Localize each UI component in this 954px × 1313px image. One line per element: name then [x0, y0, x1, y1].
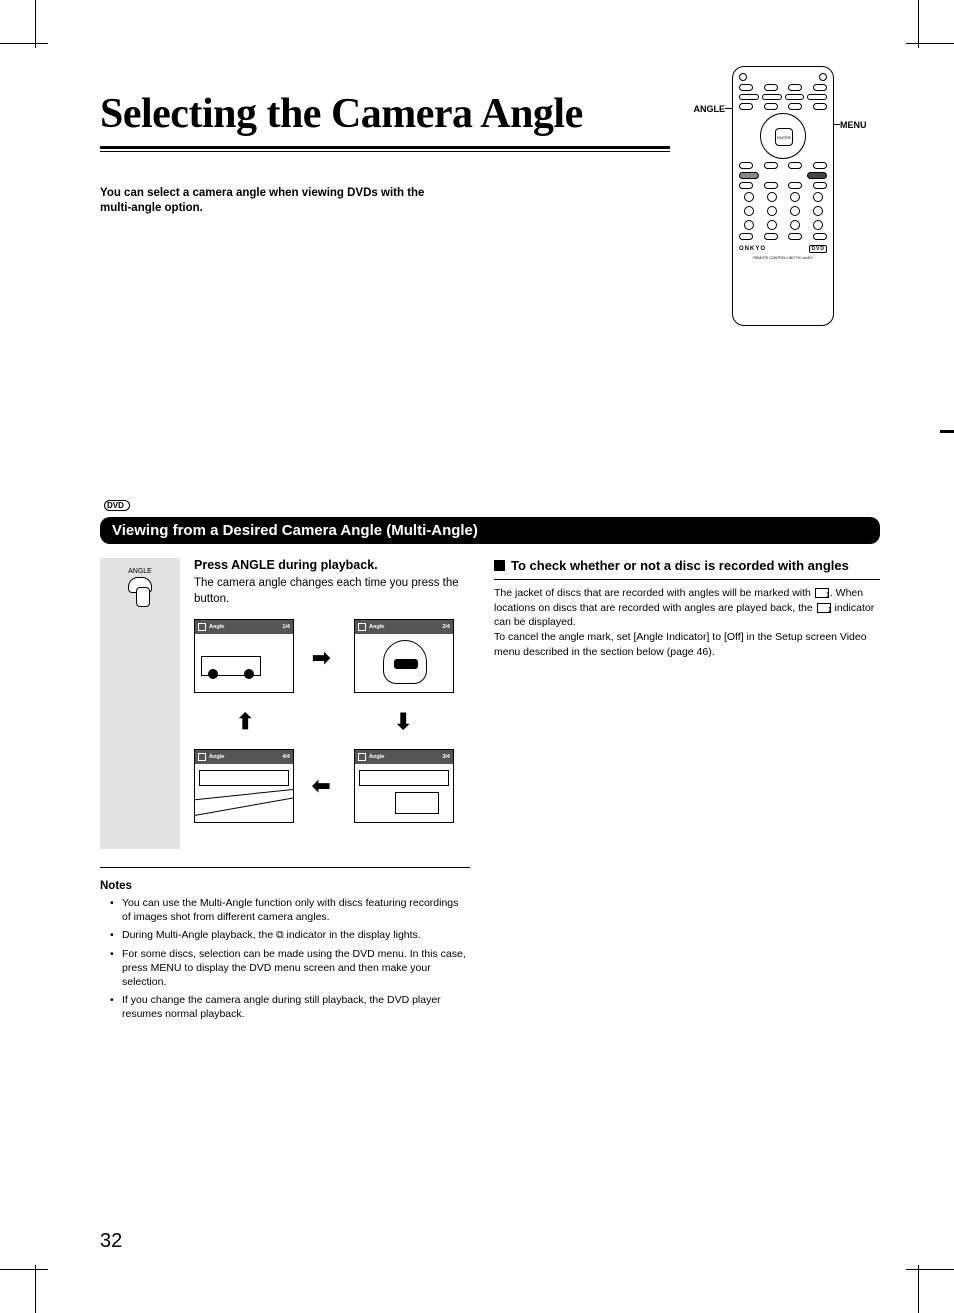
- note-item: If you change the camera angle during st…: [114, 993, 470, 1021]
- angle-indicator-icon: [815, 588, 829, 598]
- notes-list: You can use the Multi-Angle function onl…: [100, 896, 470, 1021]
- square-bullet-icon: [494, 560, 505, 571]
- remote-model: REMOTE CONTROL UNIT RC-xxxDV: [739, 256, 827, 260]
- columns: ANGLE Press ANGLE during playback. The c…: [100, 558, 880, 1025]
- angle-button-label: ANGLE: [128, 568, 152, 575]
- callout-menu: MENU: [840, 120, 867, 130]
- step-row: ANGLE Press ANGLE during playback. The c…: [100, 558, 470, 849]
- angle-cycle-diagram: Angle1/4 Angle2/4 Angle3/4 Angle4/4: [194, 619, 454, 849]
- crop-mark: [906, 43, 954, 44]
- sub-rule: [494, 579, 880, 580]
- step-body: Press ANGLE during playback. The camera …: [194, 558, 470, 849]
- dvd-tag: DVD: [104, 500, 130, 511]
- arrow-up-icon: ⬆: [236, 709, 254, 735]
- angle-frame-3: Angle3/4: [354, 749, 454, 823]
- crop-mark: [918, 1265, 919, 1313]
- note-item: During Multi-Angle playback, the ⧉ indic…: [114, 928, 470, 942]
- arrow-down-icon: ⬇: [394, 709, 412, 735]
- note-item: You can use the Multi-Angle function onl…: [114, 896, 470, 924]
- remote-body: ENTER ONKYO DVD REMOTE CONTROL UNIT RC-xx…: [732, 66, 834, 326]
- angle-frame-4: Angle4/4: [194, 749, 294, 823]
- angle-indicator-icon: [817, 603, 831, 613]
- remote-brand: ONKYO: [739, 246, 766, 252]
- intro-text: You can select a camera angle when viewi…: [100, 186, 440, 216]
- crop-mark: [906, 1269, 954, 1270]
- remote-diagram: ANGLE MENU ENTER ONKYO DVD: [680, 90, 880, 350]
- step-heading: Press ANGLE during playback.: [194, 558, 470, 572]
- left-column: ANGLE Press ANGLE during playback. The c…: [100, 558, 470, 1025]
- crop-mark: [918, 0, 919, 48]
- page-title: Selecting the Camera Angle: [100, 90, 670, 144]
- arrow-left-icon: ⬅: [312, 773, 330, 799]
- notes-heading: Notes: [100, 880, 470, 892]
- dvd-logo-icon: DVD: [809, 245, 827, 253]
- step-icon-box: ANGLE: [100, 558, 180, 849]
- divider: [100, 867, 470, 868]
- enter-button: ENTER: [775, 128, 793, 146]
- crop-mark: [35, 1265, 36, 1313]
- page-content: Selecting the Camera Angle You can selec…: [100, 90, 880, 1025]
- callout-angle: ANGLE: [694, 104, 726, 114]
- right-column: To check whether or not a disc is record…: [494, 558, 880, 1025]
- header-row: Selecting the Camera Angle You can selec…: [100, 90, 880, 350]
- crop-mark: [0, 1269, 48, 1270]
- subsection-text-2: To cancel the angle mark, set [Angle Ind…: [494, 630, 880, 659]
- note-item: For some discs, selection can be made us…: [114, 947, 470, 990]
- side-tick: [940, 430, 954, 433]
- step-text: The camera angle changes each time you p…: [194, 576, 470, 607]
- crop-mark: [0, 43, 48, 44]
- press-angle-icon: [124, 577, 156, 609]
- subsection-heading: To check whether or not a disc is record…: [494, 558, 880, 575]
- section-heading: Viewing from a Desired Camera Angle (Mul…: [100, 517, 880, 544]
- title-block: Selecting the Camera Angle You can selec…: [100, 90, 670, 216]
- angle-frame-1: Angle1/4: [194, 619, 294, 693]
- page-number: 32: [100, 1230, 122, 1253]
- crop-mark: [35, 0, 36, 48]
- arrow-right-icon: ➡: [312, 645, 330, 671]
- angle-frame-2: Angle2/4: [354, 619, 454, 693]
- title-rule: [100, 146, 670, 152]
- subsection-text-1: The jacket of discs that are recorded wi…: [494, 586, 880, 630]
